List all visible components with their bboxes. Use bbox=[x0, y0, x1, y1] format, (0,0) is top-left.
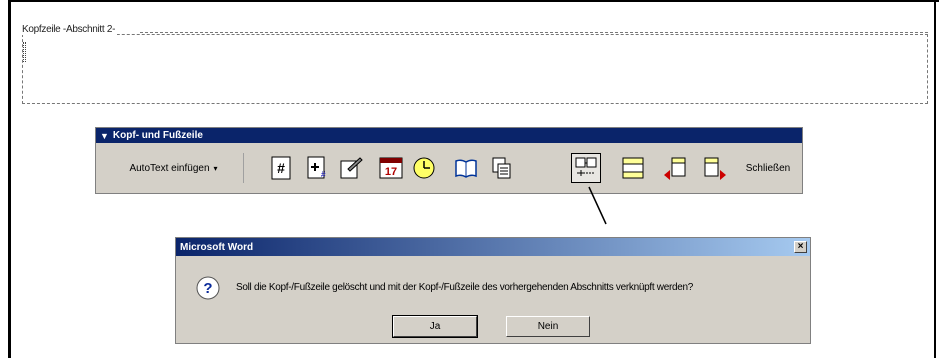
close-icon: × bbox=[797, 241, 804, 252]
show-previous-button[interactable] bbox=[660, 153, 690, 183]
page-border-top bbox=[8, 0, 939, 2]
insert-autotext-label: AutoText einfügen bbox=[129, 162, 210, 174]
insert-page-count-button[interactable]: # bbox=[301, 153, 331, 183]
format-page-number-icon bbox=[340, 157, 363, 179]
page-border-left bbox=[8, 0, 11, 358]
yes-button[interactable]: Ja bbox=[392, 315, 478, 338]
toolbar-titlebar[interactable]: ▼ Kopf- und Fußzeile bbox=[96, 128, 802, 143]
insert-time-icon bbox=[413, 157, 435, 179]
toolbar-title: Kopf- und Fußzeile bbox=[112, 130, 203, 141]
svg-text:?: ? bbox=[203, 280, 212, 297]
confirm-dialog: Microsoft Word × ? Soll die Kopf-/Fußzei… bbox=[175, 237, 811, 344]
toolbar-body: AutoText einfügen ▾ # # 17 Schließen bbox=[96, 143, 802, 193]
same-as-previous-button[interactable] bbox=[571, 153, 601, 183]
dropdown-arrow-icon: ▾ bbox=[213, 163, 218, 173]
page-border-right bbox=[934, 0, 936, 358]
question-icon: ? bbox=[196, 276, 220, 300]
insert-time-button[interactable] bbox=[409, 153, 439, 183]
text-cursor bbox=[23, 42, 26, 62]
switch-header-footer-button[interactable] bbox=[618, 153, 648, 183]
header-section-label: Kopfzeile -Abschnitt 2- bbox=[22, 24, 118, 35]
dialog-message: Soll die Kopf-/Fußzeile gelöscht und mit… bbox=[236, 282, 694, 293]
insert-page-number-button[interactable]: # bbox=[266, 153, 296, 183]
insert-date-button[interactable]: 17 bbox=[376, 153, 406, 183]
show-hide-document-text-icon bbox=[492, 157, 511, 179]
show-hide-document-text-button[interactable] bbox=[486, 153, 516, 183]
insert-page-count-icon: # bbox=[307, 156, 326, 179]
dialog-close-button[interactable]: × bbox=[794, 241, 807, 253]
show-previous-icon bbox=[664, 157, 686, 180]
svg-text:#: # bbox=[277, 160, 285, 176]
document-page: Kopfzeile -Abschnitt 2- ▼ Kopf- und Fußz… bbox=[0, 0, 939, 358]
header-label-divider bbox=[140, 32, 928, 33]
header-area[interactable] bbox=[22, 34, 928, 104]
format-page-number-button[interactable] bbox=[336, 153, 366, 183]
page-setup-button[interactable] bbox=[451, 153, 481, 183]
show-next-button[interactable] bbox=[700, 153, 730, 183]
dialog-title: Microsoft Word bbox=[180, 241, 254, 253]
insert-autotext-button[interactable]: AutoText einfügen ▾ bbox=[104, 153, 244, 183]
no-button[interactable]: Nein bbox=[506, 316, 590, 337]
same-as-previous-icon bbox=[575, 157, 597, 176]
show-next-icon bbox=[704, 157, 726, 180]
insert-date-icon: 17 bbox=[379, 157, 403, 179]
dialog-titlebar[interactable]: Microsoft Word × bbox=[176, 238, 810, 256]
svg-text:17: 17 bbox=[385, 166, 397, 178]
insert-page-number-icon: # bbox=[271, 156, 291, 180]
close-toolbar-button[interactable]: Schließen bbox=[740, 153, 796, 183]
svg-text:#: # bbox=[321, 170, 326, 179]
header-footer-toolbar: ▼ Kopf- und Fußzeile AutoText einfügen ▾… bbox=[95, 127, 803, 194]
page-setup-icon bbox=[455, 159, 477, 178]
toolbar-menu-icon[interactable]: ▼ bbox=[100, 131, 109, 141]
switch-header-footer-icon bbox=[622, 157, 644, 179]
